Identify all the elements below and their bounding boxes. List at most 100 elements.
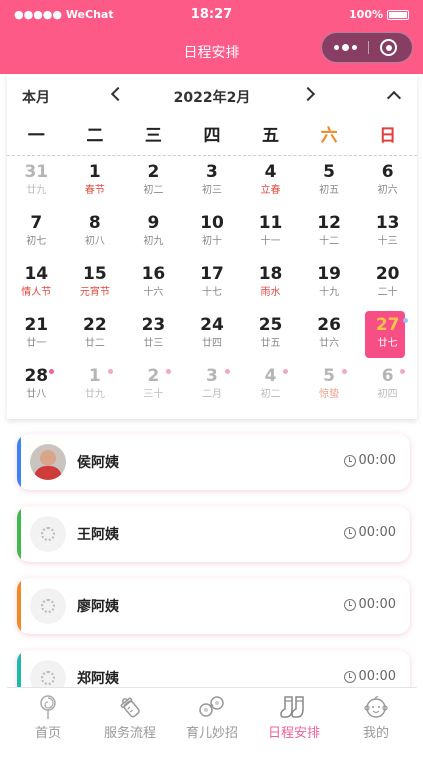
day-number: 21 [24, 315, 49, 335]
schedule-card[interactable]: 廖阿姨 00:00 [17, 578, 410, 634]
lunar-date: 廿五 [260, 338, 281, 349]
lunar-date: 初三 [201, 185, 222, 196]
day-number: 26 [317, 315, 341, 335]
calendar-day[interactable]: 5 初五 [300, 158, 359, 209]
weekday-header: 一 二 三 四 五 六 日 [7, 120, 417, 152]
lunar-date: 十一 [260, 236, 281, 247]
tab-baby-face[interactable]: 我的 [335, 688, 417, 741]
calendar-day[interactable]: 4 初二 [241, 362, 300, 413]
calendar-day[interactable]: 1 廿九 [66, 362, 125, 413]
tab-rattle[interactable]: 育儿妙招 [171, 688, 253, 741]
avatar [30, 444, 66, 480]
tab-baby-socks[interactable]: 日程安排 [253, 688, 335, 741]
calendar-day[interactable]: 3 二月 [183, 362, 242, 413]
weekday-label: 四 [203, 126, 221, 146]
calendar-day[interactable]: 18 雨水 [241, 260, 300, 311]
caregiver-name: 侯阿姨 [77, 455, 119, 471]
time-value: 00:00 [358, 453, 396, 468]
calendar-day[interactable]: 23 廿三 [124, 311, 183, 362]
day-number: 1 [88, 162, 101, 182]
day-number: 6 [381, 366, 394, 386]
day-number: 3 [206, 162, 218, 182]
tab-label: 育儿妙招 [185, 726, 238, 741]
clock-icon [343, 454, 356, 467]
day-number: 5 [323, 366, 336, 386]
calendar-day[interactable]: 12 十二 [300, 209, 359, 260]
calendar-day[interactable]: 4 立春 [241, 158, 300, 209]
calendar-day[interactable]: 13 十三 [358, 209, 417, 260]
tab-baby-bottle[interactable]: 服务流程 [89, 688, 171, 741]
lunar-date: 初二 [143, 185, 164, 196]
battery-indicator: 100% [349, 8, 409, 21]
event-dot [107, 369, 113, 374]
calendar-day[interactable]: 16 十六 [124, 260, 183, 311]
calendar-day[interactable]: 2 初二 [124, 158, 183, 209]
calendar-day[interactable]: 31 廿九 [7, 158, 66, 209]
time-value: 00:00 [358, 597, 396, 612]
calendar-day[interactable]: 28 廿八 [7, 362, 66, 413]
schedule-time: 00:00 [343, 453, 396, 468]
calendar-day[interactable]: 14 情人节 [7, 260, 66, 311]
calendar-day[interactable]: 19 十九 [300, 260, 359, 311]
calendar-day[interactable]: 24 廿四 [183, 311, 242, 362]
calendar-day[interactable]: 9 初九 [124, 209, 183, 260]
card-accent-bar [17, 578, 21, 634]
calendar-day[interactable]: 3 初三 [183, 158, 242, 209]
schedule-card[interactable]: 王阿姨 00:00 [17, 506, 410, 562]
calendar-day[interactable]: 1 春节 [66, 158, 125, 209]
day-number: 4 [264, 366, 277, 386]
battery-percent: 100% [349, 8, 383, 21]
day-number: 24 [200, 315, 224, 335]
lunar-date: 初十 [201, 236, 222, 247]
schedule-card[interactable]: 侯阿姨 00:00 [17, 434, 410, 490]
lunar-date: 初九 [143, 236, 164, 247]
lunar-date: 十九 [319, 287, 340, 298]
lunar-date: 初七 [26, 236, 47, 247]
calendar-day[interactable]: 6 初六 [358, 158, 417, 209]
calendar-day-selected[interactable]: 27 廿七 [358, 311, 417, 362]
calendar-day[interactable]: 22 廿二 [66, 311, 125, 362]
calendar-day[interactable]: 11 十一 [241, 209, 300, 260]
calendar-day[interactable]: 6 初四 [358, 362, 417, 413]
app-header: ●●●●● WeChat 18:27 100% 日程安排 [0, 0, 423, 74]
time-value: 00:00 [358, 669, 396, 684]
lunar-date: 廿六 [319, 338, 340, 349]
calendar: 本月 2022年2月 一 二 三 四 五 六 日 31 廿九 1 春节 2 初二 3 初三 4 立… [7, 74, 417, 419]
festival-label: 春节 [84, 185, 105, 196]
clock-icon [343, 598, 356, 611]
calendar-day[interactable]: 7 初七 [7, 209, 66, 260]
calendar-day[interactable]: 15 元宵节 [66, 260, 125, 311]
miniprogram-capsule [321, 32, 413, 63]
lunar-date: 廿九 [84, 389, 105, 400]
more-icon[interactable] [322, 33, 368, 62]
calendar-day[interactable]: 26 廿六 [300, 311, 359, 362]
day-number: 15 [83, 264, 107, 284]
calendar-day[interactable]: 21 廿一 [7, 311, 66, 362]
avatar-placeholder-icon [30, 516, 66, 552]
lunar-date: 初六 [377, 185, 398, 196]
tab-lollipop[interactable]: 首页 [7, 688, 89, 741]
close-miniprogram-icon[interactable] [380, 39, 397, 56]
lunar-date: 三十 [143, 389, 164, 400]
tab-label: 服务流程 [103, 726, 156, 741]
card-accent-bar [17, 434, 21, 490]
calendar-day[interactable]: 10 初十 [183, 209, 242, 260]
lunar-date: 十七 [201, 287, 222, 298]
calendar-day[interactable]: 8 初八 [66, 209, 125, 260]
day-number: 31 [24, 162, 49, 182]
festival-label: 雨水 [260, 287, 281, 298]
lunar-date: 廿二 [84, 338, 105, 349]
day-number: 14 [24, 264, 49, 284]
calendar-divider [7, 155, 417, 156]
lunar-date: 十二 [319, 236, 340, 247]
tab-label: 首页 [34, 726, 61, 741]
caregiver-name: 廖阿姨 [77, 599, 119, 615]
calendar-day[interactable]: 17 十七 [183, 260, 242, 311]
calendar-day[interactable]: 20 二十 [358, 260, 417, 311]
lunar-date: 初五 [319, 185, 340, 196]
calendar-day[interactable]: 2 三十 [124, 362, 183, 413]
lunar-date: 廿九 [26, 185, 47, 196]
day-number: 7 [30, 213, 43, 233]
calendar-day[interactable]: 5 惊蛰 [300, 362, 359, 413]
calendar-day[interactable]: 25 廿五 [241, 311, 300, 362]
